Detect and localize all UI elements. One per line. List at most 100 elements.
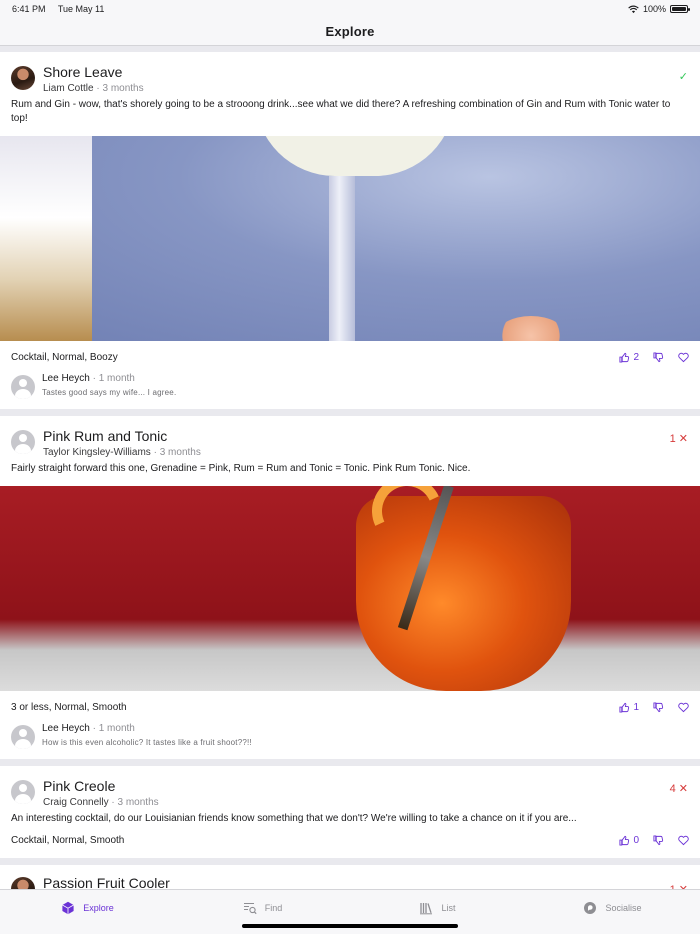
thumbs-down-icon [653, 352, 664, 363]
thumbs-up-icon [619, 702, 630, 713]
byline-separator: · [153, 447, 157, 458]
dislike-button[interactable] [653, 834, 664, 846]
recipe-byline: Liam Cottle · 3 months [43, 83, 689, 94]
card-header-text: Passion Fruit Cooler [43, 875, 689, 890]
like-count: 2 [633, 352, 639, 363]
battery-icon [670, 5, 690, 13]
dislike-button[interactable] [653, 702, 664, 713]
comment-header: Lee Heych · 1 month [42, 373, 176, 384]
latest-comment[interactable]: Lee Heych · 1 month Tastes good says my … [0, 365, 700, 409]
author-name[interactable]: Taylor Kingsley-Williams [43, 447, 151, 458]
recipe-description: An interesting cocktail, do our Louisian… [11, 813, 577, 824]
tab-list[interactable]: List [350, 901, 525, 915]
photo-fruit [496, 316, 566, 341]
tab-label: Explore [83, 903, 114, 913]
commenter-name: Lee Heych [42, 723, 90, 734]
author-avatar[interactable] [11, 430, 35, 454]
comment-text: Tastes good says my wife... I agree. [42, 388, 177, 397]
comment-text: How is this even alcoholic? It tastes li… [42, 738, 252, 747]
comment-separator: · [92, 723, 96, 734]
author-avatar[interactable] [11, 780, 35, 804]
recipe-card[interactable]: Passion Fruit Cooler 1 ✕ [0, 865, 700, 890]
byline-separator: · [96, 83, 100, 94]
recipe-photo[interactable] [0, 136, 700, 341]
card-header-text: Shore Leave Liam Cottle · 3 months [43, 64, 689, 94]
battery-fill [672, 7, 686, 11]
explore-feed[interactable]: Shore Leave Liam Cottle · 3 months ✓ Rum… [0, 52, 700, 890]
card-header: Pink Creole Craig Connelly · 3 months [0, 766, 700, 812]
tab-label: List [441, 903, 456, 913]
commenter-avatar [11, 375, 35, 399]
status-left: 6:41 PM Tue May 11 [12, 4, 114, 14]
status-date: Tue May 11 [57, 4, 105, 14]
comment-age: 1 month [98, 373, 135, 384]
reject-count-badge: 4 ✕ [670, 782, 688, 795]
recipe-meta-row: Cocktail, Normal, Boozy 2 [0, 341, 700, 365]
card-header: Shore Leave Liam Cottle · 3 months [0, 52, 700, 98]
recipe-title[interactable]: Passion Fruit Cooler [43, 875, 689, 890]
battery-percent: 100% [642, 4, 666, 14]
recipe-title[interactable]: Pink Rum and Tonic [43, 428, 689, 445]
post-age: 3 months [117, 797, 159, 808]
recipe-title[interactable]: Pink Creole [43, 778, 689, 795]
thumbs-up-icon [619, 352, 630, 363]
commenter-name: Lee Heych [42, 373, 90, 384]
comment-body: Lee Heych · 1 month Tastes good says my … [42, 373, 176, 397]
recipe-actions: 0 [619, 835, 689, 846]
like-button[interactable]: 0 [619, 835, 639, 846]
tab-label: Find [264, 903, 283, 913]
reject-count-badge: 1 ✕ [670, 432, 688, 445]
heart-icon [678, 835, 689, 845]
byline-separator: · [111, 797, 115, 808]
recipe-card[interactable]: Shore Leave Liam Cottle · 3 months ✓ Rum… [0, 52, 700, 409]
home-indicator [242, 924, 458, 928]
card-header-text: Pink Rum and Tonic Taylor Kingsley-Willi… [43, 428, 689, 458]
like-count: 1 [633, 702, 639, 713]
post-age: 3 months [159, 447, 201, 458]
tab-explore[interactable]: Explore [0, 901, 175, 915]
close-icon: ✕ [678, 783, 688, 795]
tab-label: Socialise [605, 903, 642, 913]
recipe-byline: Taylor Kingsley-Williams · 3 months [43, 447, 689, 458]
recipe-description: Fairly straight forward this one, Grenad… [11, 463, 471, 474]
reject-count: 4 [669, 783, 676, 795]
thumbs-down-icon [653, 702, 664, 713]
close-icon: ✕ [678, 433, 688, 445]
recipe-card[interactable]: Pink Creole Craig Connelly · 3 months 4 … [0, 766, 700, 858]
heart-icon [678, 352, 689, 363]
recipe-actions: 1 [619, 702, 689, 713]
nav-bar: Explore [0, 18, 700, 46]
favourite-button[interactable] [678, 702, 689, 713]
comment-age: 1 month [98, 723, 135, 734]
reject-count: 1 [669, 433, 676, 445]
author-avatar[interactable] [11, 66, 35, 90]
favourite-button[interactable] [678, 835, 689, 846]
like-button[interactable]: 2 [619, 352, 639, 363]
photo-glass-stem [329, 176, 355, 341]
status-time: 6:41 PM [12, 4, 46, 14]
comment-header: Lee Heych · 1 month [42, 723, 252, 734]
latest-comment[interactable]: Lee Heych · 1 month How is this even alc… [0, 715, 700, 759]
tab-list: Explore Find List Socialise [0, 890, 700, 926]
recipe-card[interactable]: Pink Rum and Tonic Taylor Kingsley-Willi… [0, 416, 700, 759]
tab-find[interactable]: Find [175, 901, 350, 915]
recipe-tags: 3 or less, Normal, Smooth [11, 702, 127, 713]
search-list-icon [243, 902, 257, 915]
recipe-photo[interactable] [0, 486, 700, 691]
tab-socialise[interactable]: Socialise [525, 901, 700, 915]
recipe-title[interactable]: Shore Leave [43, 64, 689, 81]
author-name[interactable]: Craig Connelly [43, 797, 109, 808]
recipe-byline: Craig Connelly · 3 months [43, 797, 689, 808]
author-name[interactable]: Liam Cottle [43, 83, 94, 94]
photo-glass-bowl [255, 136, 455, 176]
recipe-actions: 2 [619, 352, 689, 363]
like-button[interactable]: 1 [619, 702, 639, 713]
recipe-tags: Cocktail, Normal, Boozy [11, 352, 118, 363]
recipe-meta-row: 3 or less, Normal, Smooth 1 [0, 691, 700, 715]
comment-body: Lee Heych · 1 month How is this even alc… [42, 723, 252, 747]
thumbs-down-icon [653, 834, 664, 845]
favourite-button[interactable] [678, 352, 689, 363]
chat-bubble-icon [584, 902, 597, 914]
dislike-button[interactable] [653, 352, 664, 363]
check-icon: ✓ [678, 71, 688, 83]
